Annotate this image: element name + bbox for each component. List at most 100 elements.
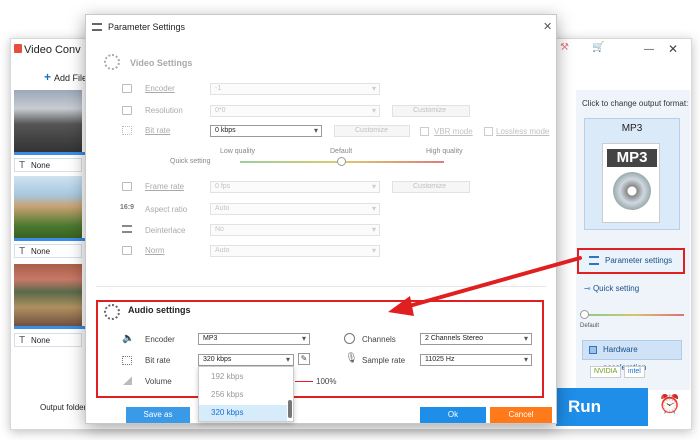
sliders-icon xyxy=(589,256,599,265)
sample-rate-label: Sample rate xyxy=(362,356,406,365)
vbr-mode-checkbox[interactable] xyxy=(420,127,429,136)
dropdown-option-selected[interactable]: 320 kbps xyxy=(199,405,287,421)
arrow-shaft xyxy=(400,256,582,310)
chip-icon xyxy=(589,346,597,354)
hardware-acceleration-button[interactable]: Hardware acceleration xyxy=(582,340,682,372)
audio-bitrate-dropdown: 192 kbps 256 kbps 320 kbps xyxy=(198,366,294,422)
parameter-settings-label: Parameter settings xyxy=(605,256,673,265)
channels-select[interactable]: 2 Channels Stereo xyxy=(420,333,532,345)
subtitle-icon: T xyxy=(19,335,26,346)
add-file-label: Add File xyxy=(54,73,88,83)
bitrate-icon xyxy=(122,126,132,135)
frame-rate-label[interactable]: Frame rate xyxy=(145,182,184,191)
aspect-ratio-icon: 16:9 xyxy=(120,204,135,211)
bitrate-customize-button[interactable]: Customize xyxy=(334,125,410,137)
high-quality-label: High quality xyxy=(426,148,463,155)
video-thumbnail[interactable] xyxy=(14,90,82,152)
video-settings-title: Video Settings xyxy=(130,58,193,68)
frame-rate-icon xyxy=(122,182,132,191)
video-bitrate-select[interactable]: 0 kbps xyxy=(210,125,322,137)
default-quality-label: Default xyxy=(330,148,353,155)
lossless-mode-checkbox[interactable] xyxy=(484,127,493,136)
add-file-button[interactable]: + Add File xyxy=(44,70,87,84)
vbr-mode-label[interactable]: VBR mode xyxy=(434,127,473,136)
main-close-button[interactable]: ✕ xyxy=(668,42,678,56)
arrow-head xyxy=(388,296,414,316)
save-as-button[interactable]: Save as xyxy=(126,407,190,423)
video-quality-knob[interactable] xyxy=(337,157,346,166)
resolution-select[interactable]: 0*0 xyxy=(210,105,380,117)
microphone-icon: 🎙 xyxy=(345,353,358,364)
aspect-ratio-label: Aspect ratio xyxy=(145,205,188,214)
channels-label: Channels xyxy=(362,335,396,344)
video-settings-gear-icon xyxy=(104,54,120,70)
app-logo-icon xyxy=(14,44,22,53)
disc-icon xyxy=(613,172,651,210)
channels-icon xyxy=(344,333,355,344)
volume-icon xyxy=(122,377,132,385)
parameter-settings-button[interactable]: Parameter settings xyxy=(577,248,685,274)
subtitle-select[interactable]: T None xyxy=(14,244,82,258)
audio-bitrate-edit-icon[interactable]: ✎ xyxy=(298,353,310,365)
toolbar-tool-icon[interactable]: ⚒ xyxy=(560,42,569,53)
encoder-icon xyxy=(122,84,132,93)
video-list: T None T None T None xyxy=(14,90,86,350)
nvidia-badge[interactable]: NVIDIA xyxy=(590,366,622,378)
volume-slider[interactable] xyxy=(295,381,313,382)
audio-settings-gear-icon xyxy=(104,304,120,320)
annotation-arrow xyxy=(388,256,582,316)
speaker-icon: 🔈 xyxy=(122,333,135,344)
cancel-button[interactable]: Cancel xyxy=(490,407,552,423)
audio-encoder-select[interactable]: MP3 xyxy=(198,333,310,345)
aspect-ratio-select[interactable]: Auto xyxy=(210,203,380,215)
frame-rate-customize-button[interactable]: Customize xyxy=(392,181,470,193)
frame-rate-select[interactable]: 0 fps xyxy=(210,181,380,193)
norm-icon xyxy=(122,246,132,255)
mp3-file-icon: MP3 xyxy=(602,143,660,223)
resolution-icon xyxy=(122,106,132,115)
dropdown-option[interactable]: 192 kbps xyxy=(199,369,287,385)
subtitle-value: None xyxy=(31,336,51,345)
subtitle-select[interactable]: T None xyxy=(14,158,82,172)
selection-bar xyxy=(14,238,86,241)
dropdown-option[interactable]: 256 kbps xyxy=(199,387,287,403)
run-button[interactable]: Run xyxy=(556,388,648,426)
quick-setting-video-label: Quick setting xyxy=(170,158,211,165)
dropdown-scrollbar[interactable] xyxy=(288,400,292,418)
toolbar-cart-icon[interactable]: 🛒 xyxy=(592,42,604,53)
norm-label[interactable]: Norm xyxy=(145,246,165,255)
minimize-button[interactable]: — xyxy=(644,44,654,55)
low-quality-label: Low quality xyxy=(220,148,256,155)
sample-rate-select[interactable]: 11025 Hz xyxy=(420,354,532,366)
video-encoder-label[interactable]: Encoder xyxy=(145,84,175,93)
output-folder-label: Output folder: xyxy=(40,403,89,412)
volume-label: Volume xyxy=(145,377,172,386)
lossless-mode-label[interactable]: Lossless mode xyxy=(496,127,549,136)
dialog-close-button[interactable]: ✕ xyxy=(543,20,552,33)
dialog-title: Parameter Settings xyxy=(108,22,186,32)
video-encoder-select[interactable]: -1 xyxy=(210,83,380,95)
deinterlace-icon xyxy=(122,225,132,233)
audio-bitrate-select[interactable]: 320 kbps xyxy=(198,354,294,366)
intel-badge[interactable]: intel xyxy=(624,366,645,378)
subtitle-icon: T xyxy=(19,246,26,257)
video-thumbnail[interactable] xyxy=(14,176,82,238)
quick-setting-label: ⊸ Quick setting xyxy=(584,284,639,293)
alarm-clock-icon[interactable]: ⏰ xyxy=(654,394,686,424)
quick-setting-slider[interactable] xyxy=(586,314,684,316)
plus-icon: + xyxy=(44,70,52,84)
volume-value: 100% xyxy=(316,377,337,386)
subtitle-value: None xyxy=(31,247,51,256)
subtitle-select[interactable]: T None xyxy=(14,333,82,347)
audio-settings-title: Audio settings xyxy=(128,305,191,315)
deinterlace-select[interactable]: No xyxy=(210,224,380,236)
norm-select[interactable]: Auto xyxy=(210,245,380,257)
video-bitrate-label[interactable]: Bit rate xyxy=(145,126,170,135)
output-format-name: MP3 xyxy=(621,123,643,134)
output-format-label: Click to change output format: xyxy=(582,99,689,108)
resolution-customize-button[interactable]: Customize xyxy=(392,105,470,117)
audio-bitrate-label: Bit rate xyxy=(145,356,171,365)
ok-button[interactable]: Ok xyxy=(420,407,486,423)
subtitle-icon: T xyxy=(19,160,26,171)
video-thumbnail[interactable] xyxy=(14,264,82,326)
